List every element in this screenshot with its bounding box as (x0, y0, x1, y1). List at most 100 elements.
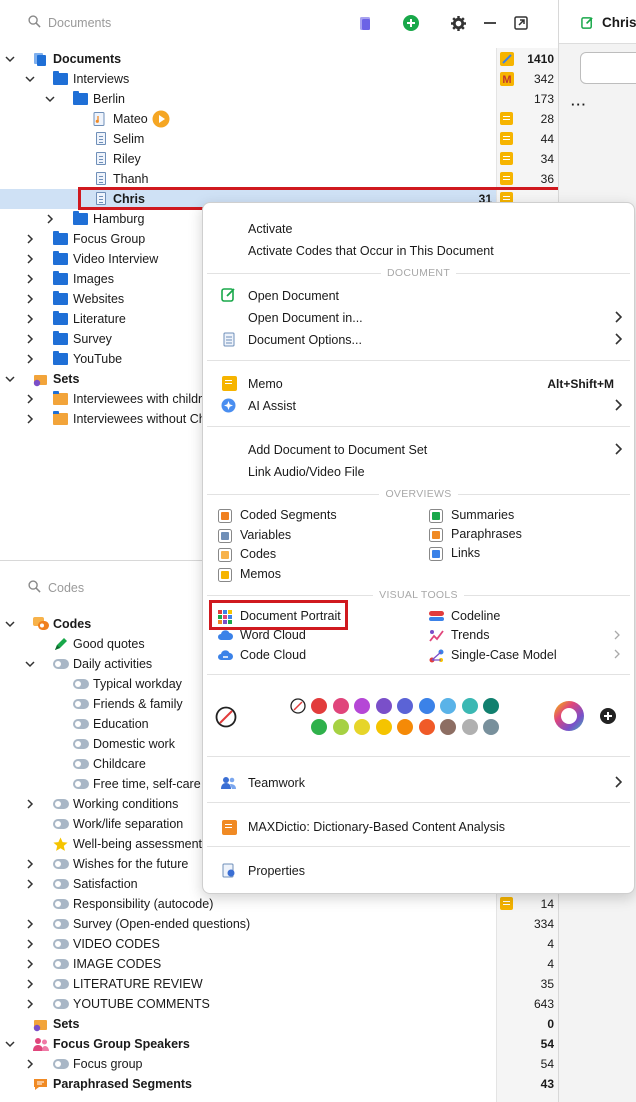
color-swatch[interactable] (440, 698, 456, 714)
color-swatch[interactable] (354, 719, 370, 735)
tree-item-survey-open-ended-questions[interactable]: Survey (Open-ended questions) 334 (0, 914, 558, 934)
menu-add-to-set[interactable]: Add Document to Document Set (248, 443, 427, 457)
chevron-right-icon[interactable] (24, 413, 36, 425)
menu-codes[interactable]: Codes (240, 547, 276, 561)
color-swatch[interactable] (397, 719, 413, 735)
menu-memos[interactable]: Memos (240, 567, 281, 581)
color-swatch[interactable] (375, 719, 392, 735)
menu-summaries[interactable]: Summaries (451, 508, 514, 522)
menu-coded-segments[interactable]: Coded Segments (240, 508, 337, 522)
tree-item-riley[interactable]: Riley 34 (0, 149, 558, 169)
menu-activate-codes[interactable]: Activate Codes that Occur in This Docume… (248, 244, 494, 258)
tree-item-video-codes[interactable]: VIDEO CODES 4 (0, 934, 558, 954)
new-document-button[interactable] (356, 14, 374, 32)
chevron-right-icon[interactable] (24, 353, 36, 365)
minimize-button[interactable] (481, 14, 499, 32)
chevron-down-icon[interactable] (4, 618, 16, 630)
add-button[interactable] (402, 14, 420, 32)
menu-variables[interactable]: Variables (240, 528, 291, 542)
menu-open-document-in[interactable]: Open Document in... (248, 311, 363, 325)
chevron-right-icon[interactable] (24, 233, 36, 245)
menu-document-options[interactable]: Document Options... (248, 333, 362, 347)
chevron-down-icon[interactable] (4, 53, 16, 65)
chevron-right-icon[interactable] (44, 213, 56, 225)
add-color-button[interactable] (600, 708, 616, 724)
color-swatch[interactable] (354, 698, 370, 714)
tree-item-berlin[interactable]: Berlin 173 (0, 89, 558, 109)
more-options-icon[interactable]: ··· (571, 97, 587, 112)
color-swatch[interactable] (332, 719, 349, 735)
menu-ai-assist[interactable]: AI Assist (248, 399, 296, 413)
chevron-right-icon[interactable] (24, 798, 36, 810)
chevron-right-icon[interactable] (24, 253, 36, 265)
chevron-right-icon[interactable] (24, 998, 36, 1010)
chevron-right-icon[interactable] (24, 878, 36, 890)
chevron-down-icon[interactable] (4, 373, 16, 385)
chevron-down-icon[interactable] (4, 1038, 16, 1050)
tree-item-focus-group[interactable]: Focus group 54 (0, 1054, 558, 1074)
chevron-right-icon[interactable] (24, 938, 36, 950)
tree-item-mateo[interactable]: Mateo 28 (0, 109, 558, 129)
memo-icon[interactable] (500, 152, 514, 166)
tree-item-sets[interactable]: Sets 0 (0, 1014, 558, 1034)
memo-icon[interactable] (500, 172, 514, 186)
color-swatch[interactable] (440, 719, 456, 735)
menu-trends[interactable]: Trends (451, 628, 489, 642)
tree-item-interviews[interactable]: Interviews M 342 (0, 69, 558, 89)
menu-memo[interactable]: Memo (248, 377, 283, 391)
menu-single-case-model[interactable]: Single-Case Model (451, 648, 557, 662)
codes-search-input[interactable]: Codes (48, 581, 84, 595)
tree-item-youtube-comments[interactable]: YOUTUBE COMMENTS 643 (0, 994, 558, 1014)
undock-button[interactable] (512, 14, 530, 32)
color-swatch[interactable] (418, 719, 435, 735)
menu-code-cloud[interactable]: Code Cloud (240, 648, 306, 662)
chevron-right-icon[interactable] (24, 1058, 36, 1070)
chevron-down-icon[interactable] (24, 658, 36, 670)
color-swatch[interactable] (418, 698, 435, 714)
chevron-right-icon[interactable] (24, 313, 36, 325)
tree-item-thanh[interactable]: Thanh 36 (0, 169, 558, 189)
color-swatch[interactable] (461, 719, 478, 735)
document-search-field[interactable] (580, 52, 636, 84)
menu-properties[interactable]: Properties (248, 864, 305, 878)
chevron-right-icon[interactable] (24, 858, 36, 870)
color-swatch[interactable] (461, 698, 478, 714)
color-swatch[interactable] (397, 698, 413, 714)
chevron-down-icon[interactable] (44, 93, 56, 105)
menu-maxdictio[interactable]: MAXDictio: Dictionary-Based Content Anal… (248, 820, 505, 834)
chevron-right-icon[interactable] (24, 393, 36, 405)
menu-activate[interactable]: Activate (248, 222, 292, 236)
tree-item-paraphrased-segments[interactable]: Paraphrased Segments 43 (0, 1074, 558, 1094)
tree-item-documents[interactable]: Documents 1410 (0, 49, 558, 69)
tree-item-image-codes[interactable]: IMAGE CODES 4 (0, 954, 558, 974)
memo-icon[interactable] (500, 897, 514, 911)
menu-codeline[interactable]: Codeline (451, 609, 500, 623)
play-icon[interactable] (152, 110, 170, 131)
chevron-right-icon[interactable] (24, 333, 36, 345)
color-swatch[interactable] (483, 698, 499, 714)
tree-item-focus-group-speakers[interactable]: Focus Group Speakers 54 (0, 1034, 558, 1054)
no-color-icon[interactable] (215, 706, 237, 728)
chevron-down-icon[interactable] (24, 73, 36, 85)
color-swatch[interactable] (311, 698, 327, 714)
memo-icon[interactable] (500, 112, 514, 126)
memo-icon[interactable] (500, 52, 514, 66)
menu-open-document[interactable]: Open Document (248, 289, 339, 303)
documents-search-input[interactable]: Documents (48, 16, 111, 30)
chevron-right-icon[interactable] (24, 918, 36, 930)
clear-color-icon[interactable] (290, 698, 306, 714)
chevron-right-icon[interactable] (24, 958, 36, 970)
document-tab[interactable]: Chris (559, 0, 636, 44)
tree-item-literature-review[interactable]: LITERATURE REVIEW 35 (0, 974, 558, 994)
menu-paraphrases[interactable]: Paraphrases (451, 527, 522, 541)
settings-button[interactable] (449, 14, 467, 32)
memo-icon[interactable]: M (500, 72, 514, 86)
tree-item-responsibility-autocode[interactable]: Responsibility (autocode) 14 (0, 894, 558, 914)
color-swatch[interactable] (483, 719, 499, 735)
chevron-right-icon[interactable] (24, 293, 36, 305)
chevron-right-icon[interactable] (24, 978, 36, 990)
menu-link-av[interactable]: Link Audio/Video File (248, 465, 365, 479)
menu-links[interactable]: Links (451, 546, 480, 560)
memo-icon[interactable] (500, 132, 514, 146)
color-swatch[interactable] (311, 719, 327, 735)
